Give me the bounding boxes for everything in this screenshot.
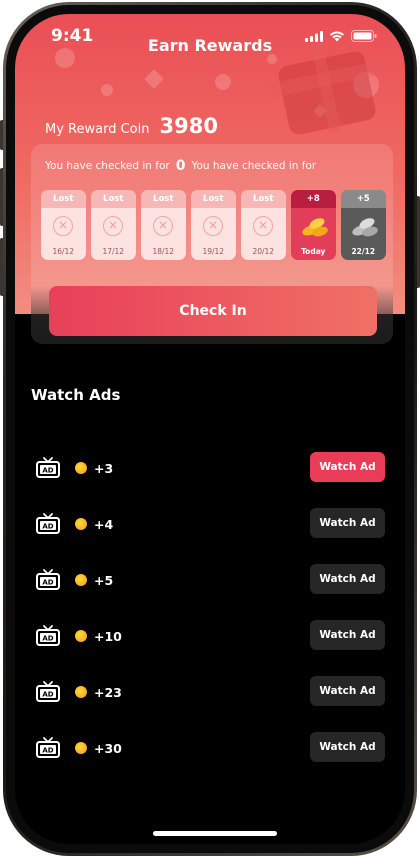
checkin-count: 0 bbox=[175, 158, 186, 174]
gold-coins-icon bbox=[300, 214, 329, 238]
reward-coin-value: 3980 bbox=[159, 114, 218, 138]
gift-box-illustration bbox=[276, 49, 378, 137]
day-date: 20/12 bbox=[252, 247, 275, 256]
day-date: 22/12 bbox=[351, 247, 376, 256]
page-title: Earn Rewards bbox=[147, 36, 273, 55]
day-date: 16/12 bbox=[52, 247, 75, 256]
checkin-text-suffix: You have checked in for bbox=[191, 160, 317, 172]
tv-ad-icon: AD bbox=[36, 625, 60, 646]
ad-row: AD +4 Watch Ad bbox=[35, 508, 385, 540]
tv-ad-icon: AD bbox=[36, 737, 60, 758]
coin-icon bbox=[75, 574, 87, 586]
silver-coins-icon bbox=[350, 214, 379, 238]
reward-coin-summary: My Reward Coin 3980 bbox=[45, 114, 218, 138]
day-label: Lost bbox=[91, 190, 136, 208]
coin-icon bbox=[75, 630, 87, 642]
day-label: Lost bbox=[191, 190, 236, 208]
day-label: +5 bbox=[341, 190, 386, 208]
day-date: 19/12 bbox=[202, 247, 225, 256]
day-label: +8 bbox=[291, 190, 336, 208]
watch-ad-button[interactable]: Watch Ad bbox=[310, 676, 385, 706]
checkin-day-future: +5 22/12 bbox=[341, 190, 386, 260]
svg-text:AD: AD bbox=[42, 466, 53, 474]
watch-ad-button[interactable]: Watch Ad bbox=[310, 452, 385, 482]
svg-text:AD: AD bbox=[42, 578, 53, 586]
ad-row: AD +10 Watch Ad bbox=[35, 620, 385, 652]
ad-row: AD +23 Watch Ad bbox=[35, 676, 385, 708]
tv-ad-icon: AD bbox=[36, 569, 60, 590]
ad-reward: +4 bbox=[94, 516, 114, 532]
day-date: 17/12 bbox=[102, 247, 125, 256]
decor-star bbox=[144, 69, 164, 89]
svg-text:AD: AD bbox=[42, 634, 53, 642]
day-date: 18/12 bbox=[152, 247, 175, 256]
ad-reward: +10 bbox=[94, 628, 122, 644]
tv-ad-icon: AD bbox=[36, 513, 60, 534]
ad-row: AD +3 Watch Ad bbox=[35, 452, 385, 484]
phone-frame: 9:41 Earn Rewards My Reward Coin 3980 Yo… bbox=[3, 2, 417, 856]
close-circle-icon: × bbox=[103, 216, 123, 236]
ad-row: AD +30 Watch Ad bbox=[35, 732, 385, 764]
reward-coin-label: My Reward Coin bbox=[45, 122, 150, 137]
watch-ad-button[interactable]: Watch Ad bbox=[310, 620, 385, 650]
checkin-day: Lost × 18/12 bbox=[141, 190, 186, 260]
watch-ads-title: Watch Ads bbox=[31, 386, 121, 404]
ad-reward: +23 bbox=[94, 684, 122, 700]
coin-icon bbox=[75, 518, 87, 530]
watch-ad-button[interactable]: Watch Ad bbox=[310, 564, 385, 594]
decor-coin bbox=[215, 74, 231, 90]
ad-reward: +3 bbox=[94, 460, 114, 476]
checkin-day: Lost × 19/12 bbox=[191, 190, 236, 260]
coin-icon bbox=[75, 742, 87, 754]
close-circle-icon: × bbox=[53, 216, 73, 236]
checkin-day: Lost × 16/12 bbox=[41, 190, 86, 260]
svg-text:AD: AD bbox=[42, 746, 53, 754]
checkin-status-text: You have checked in for 0 You have check… bbox=[45, 158, 316, 174]
svg-text:AD: AD bbox=[42, 690, 53, 698]
tv-ad-icon: AD bbox=[36, 457, 60, 478]
watch-ad-button[interactable]: Watch Ad bbox=[310, 732, 385, 762]
checkin-text-prefix: You have checked in for bbox=[45, 160, 170, 172]
day-date: Today bbox=[301, 247, 326, 256]
tv-ad-icon: AD bbox=[36, 681, 60, 702]
close-circle-icon: × bbox=[203, 216, 223, 236]
decor-coin bbox=[267, 54, 277, 64]
day-label: Lost bbox=[141, 190, 186, 208]
checkin-day-today: +8 Today bbox=[291, 190, 336, 260]
screen: 9:41 Earn Rewards My Reward Coin 3980 Yo… bbox=[15, 14, 405, 844]
watch-ad-button[interactable]: Watch Ad bbox=[310, 508, 385, 538]
decor-coin bbox=[101, 84, 113, 96]
home-indicator[interactable] bbox=[153, 831, 277, 836]
ad-row: AD +5 Watch Ad bbox=[35, 564, 385, 596]
checkin-day: Lost × 17/12 bbox=[91, 190, 136, 260]
checkin-day: Lost × 20/12 bbox=[241, 190, 286, 260]
ad-reward: +5 bbox=[94, 572, 114, 588]
ad-reward: +30 bbox=[94, 740, 122, 756]
coin-icon bbox=[75, 462, 87, 474]
day-label: Lost bbox=[41, 190, 86, 208]
day-label: Lost bbox=[241, 190, 286, 208]
svg-text:AD: AD bbox=[42, 522, 53, 530]
checkin-days: Lost × 16/12 Lost × 17/12 Lost × 18/12 L… bbox=[41, 190, 386, 260]
phone-bezel: 9:41 Earn Rewards My Reward Coin 3980 Yo… bbox=[6, 5, 414, 853]
check-in-button[interactable]: Check In bbox=[49, 286, 377, 336]
close-circle-icon: × bbox=[153, 216, 173, 236]
coin-icon bbox=[75, 686, 87, 698]
close-circle-icon: × bbox=[253, 216, 273, 236]
checkin-card: You have checked in for 0 You have check… bbox=[31, 144, 393, 344]
